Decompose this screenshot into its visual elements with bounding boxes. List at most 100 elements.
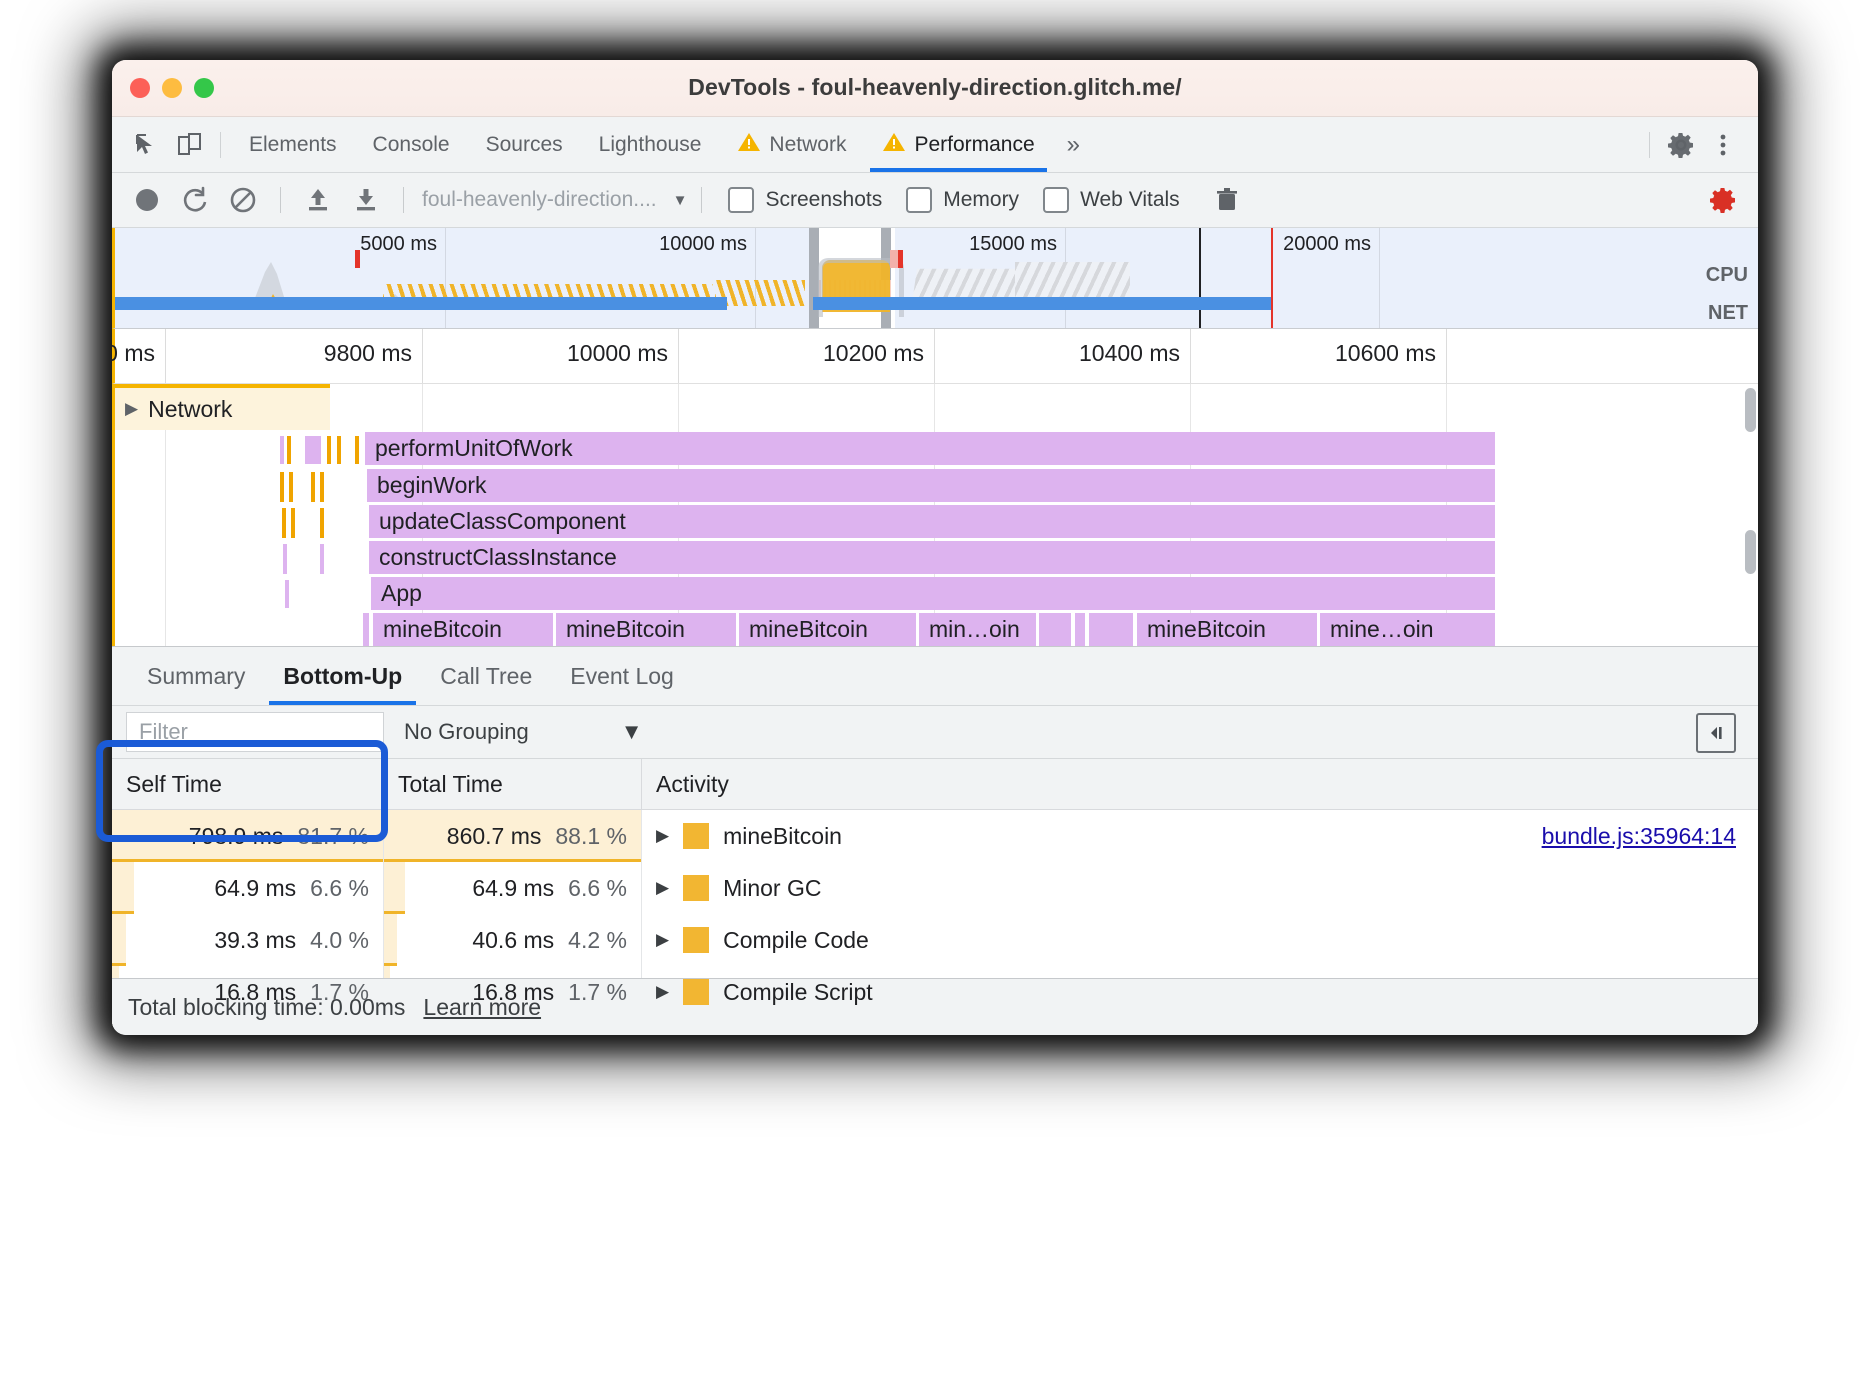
ruler-tick-4: 10400 ms <box>1078 340 1180 366</box>
cell-self-time: 64.9 ms 6.6 % <box>112 862 384 914</box>
flame-bar-App[interactable]: App <box>371 577 1495 610</box>
column-header-self-time[interactable]: Self Time <box>112 759 384 809</box>
flame-chart-scrollbar-thumb[interactable] <box>1745 530 1756 574</box>
screenshots-label: Screenshots <box>765 188 883 211</box>
toolbar-divider <box>701 187 703 213</box>
flame-bar-constructClassInstance[interactable]: constructClassInstance <box>369 541 1495 574</box>
tab-lighthouse[interactable]: Lighthouse <box>581 117 720 172</box>
flame-bar-label: mineBitcoin <box>566 616 685 642</box>
gear-icon[interactable] <box>1660 124 1702 166</box>
expand-triangle-icon[interactable]: ▶ <box>656 982 669 1002</box>
expand-triangle-icon[interactable]: ▶ <box>656 930 669 950</box>
filter-input[interactable]: Filter <box>126 712 384 752</box>
flame-chart-scrollbar-thumb-top[interactable] <box>1745 388 1756 432</box>
flame-bar-beginWork[interactable]: beginWork <box>367 469 1495 502</box>
device-toolbar-icon[interactable] <box>168 124 210 166</box>
tab-console-label: Console <box>372 132 450 156</box>
warning-triangle-icon <box>882 131 906 159</box>
tab-event-log[interactable]: Event Log <box>551 647 693 705</box>
network-track-label: Network <box>148 395 233 422</box>
self-time-pct: 4.0 % <box>310 926 369 953</box>
expand-triangle-icon[interactable]: ▶ <box>656 878 669 898</box>
tab-console[interactable]: Console <box>355 117 468 172</box>
flame-bar-mineBitcoin[interactable]: mineBitcoin <box>556 613 736 646</box>
screenshot-root: DevTools - foul-heavenly-direction.glitc… <box>0 0 1870 1388</box>
flame-bar-mineBitcoin-small[interactable] <box>1089 613 1133 646</box>
flame-bar-label: performUnitOfWork <box>375 435 573 461</box>
upload-icon[interactable] <box>295 178 341 222</box>
column-header-total-time[interactable]: Total Time <box>384 759 642 809</box>
flame-bar-label: updateClassComponent <box>379 508 626 534</box>
overview-error-marker <box>355 250 360 268</box>
cell-total-time: 64.9 ms 6.6 % <box>384 862 642 914</box>
network-track-header[interactable]: ▶ Network <box>115 384 330 430</box>
inspect-element-icon[interactable] <box>126 124 168 166</box>
column-header-activity[interactable]: Activity <box>642 759 1758 809</box>
download-icon[interactable] <box>343 178 389 222</box>
self-time-pct: 81.7 % <box>297 822 369 849</box>
tab-performance-label: Performance <box>914 132 1035 156</box>
window-title: DevTools - foul-heavenly-direction.glitc… <box>688 74 1182 100</box>
more-tabs-icon[interactable]: » <box>1053 131 1094 159</box>
tab-summary[interactable]: Summary <box>128 647 264 705</box>
flame-bar-performUnitOfWork[interactable]: performUnitOfWork <box>365 432 1495 465</box>
kebab-menu-icon[interactable] <box>1702 124 1744 166</box>
flame-bar-mineBitcoin[interactable]: min…oin <box>919 613 1036 646</box>
table-row[interactable]: 39.3 ms 4.0 % 40.6 ms 4.2 % ▶ Compile Co… <box>112 914 1758 966</box>
tab-bottom-up-label: Bottom-Up <box>283 662 403 689</box>
activity-color-swatch <box>683 979 710 1005</box>
tab-network-label: Network <box>769 132 847 156</box>
flame-bar-mineBitcoin[interactable]: mineBitcoin <box>373 613 553 646</box>
net-request-bar <box>115 297 727 310</box>
tab-network[interactable]: Network <box>719 117 864 172</box>
reload-and-record-icon[interactable] <box>172 178 218 222</box>
tab-performance[interactable]: Performance <box>864 117 1052 172</box>
filter-bar: Filter No Grouping ▼ <box>112 706 1758 759</box>
table-row[interactable]: 798.9 ms 81.7 % 860.7 ms 88.1 % ▶ mineBi… <box>112 810 1758 862</box>
grouping-dropdown[interactable]: No Grouping ▼ <box>404 719 643 745</box>
filter-placeholder: Filter <box>139 719 188 744</box>
flame-chart[interactable]: ▶ Network performUnitOfWork beginWork up… <box>112 384 1758 646</box>
flame-bar-updateClassComponent[interactable]: updateClassComponent <box>369 505 1495 538</box>
overview-cpu-label: CPU <box>1705 264 1748 286</box>
flame-bar-mineBitcoin[interactable]: mineBitcoin <box>1137 613 1317 646</box>
ruler-tick-5: 10600 ms <box>1334 340 1436 366</box>
tab-elements[interactable]: Elements <box>231 117 355 172</box>
tab-call-tree[interactable]: Call Tree <box>421 647 551 705</box>
ruler-tick-0: 0 ms <box>112 340 155 366</box>
collapse-sidebar-button[interactable] <box>1696 713 1736 753</box>
activity-color-swatch <box>683 927 710 953</box>
memory-checkbox[interactable]: Memory <box>906 187 1019 213</box>
tab-sources[interactable]: Sources <box>468 117 581 172</box>
overview-dcl-marker <box>1199 228 1201 328</box>
flame-bar-mineBitcoin[interactable]: mineBitcoin <box>739 613 916 646</box>
tab-event-log-label: Event Log <box>570 662 674 689</box>
timeline-overview[interactable]: 5000 ms 10000 ms 15000 ms 20000 ms CPU N… <box>112 228 1758 329</box>
web-vitals-checkbox[interactable]: Web Vitals <box>1043 187 1180 213</box>
activity-name: Minor GC <box>723 874 822 901</box>
source-link[interactable]: bundle.js:35964:14 <box>1542 823 1758 850</box>
screenshots-checkbox[interactable]: Screenshots <box>728 187 882 213</box>
timeline-ruler[interactable]: 0 ms 9800 ms 10000 ms 10200 ms 10400 ms … <box>112 329 1758 384</box>
column-header-label: Self Time <box>126 770 222 797</box>
flame-bar-mineBitcoin[interactable]: mine…oin <box>1320 613 1495 646</box>
clear-icon[interactable] <box>220 178 266 222</box>
overview-onload-marker <box>1271 228 1273 328</box>
recording-selector[interactable]: foul-heavenly-direction.... ▼ <box>422 188 687 212</box>
tab-summary-label: Summary <box>147 662 246 689</box>
self-time-ms: 39.3 ms <box>214 926 297 953</box>
tab-bottom-up[interactable]: Bottom-Up <box>264 647 421 705</box>
tab-elements-label: Elements <box>249 132 337 156</box>
record-icon[interactable] <box>124 178 170 222</box>
expand-triangle-icon[interactable]: ▶ <box>656 826 669 846</box>
table-row[interactable]: 64.9 ms 6.6 % 64.9 ms 6.6 % ▶ Minor GC <box>112 862 1758 914</box>
tab-call-tree-label: Call Tree <box>440 662 533 689</box>
flame-bar-mineBitcoin-small[interactable] <box>1075 613 1085 646</box>
capture-settings-gear-icon[interactable] <box>1700 178 1746 222</box>
flame-bar-label: min…oin <box>929 616 1020 642</box>
flame-bar-mineBitcoin-small[interactable] <box>1039 613 1071 646</box>
cell-self-time: 39.3 ms 4.0 % <box>112 914 384 966</box>
trash-icon[interactable] <box>1204 178 1250 222</box>
overview-warning-marker <box>890 250 898 268</box>
total-time-pct: 88.1 % <box>555 822 627 849</box>
